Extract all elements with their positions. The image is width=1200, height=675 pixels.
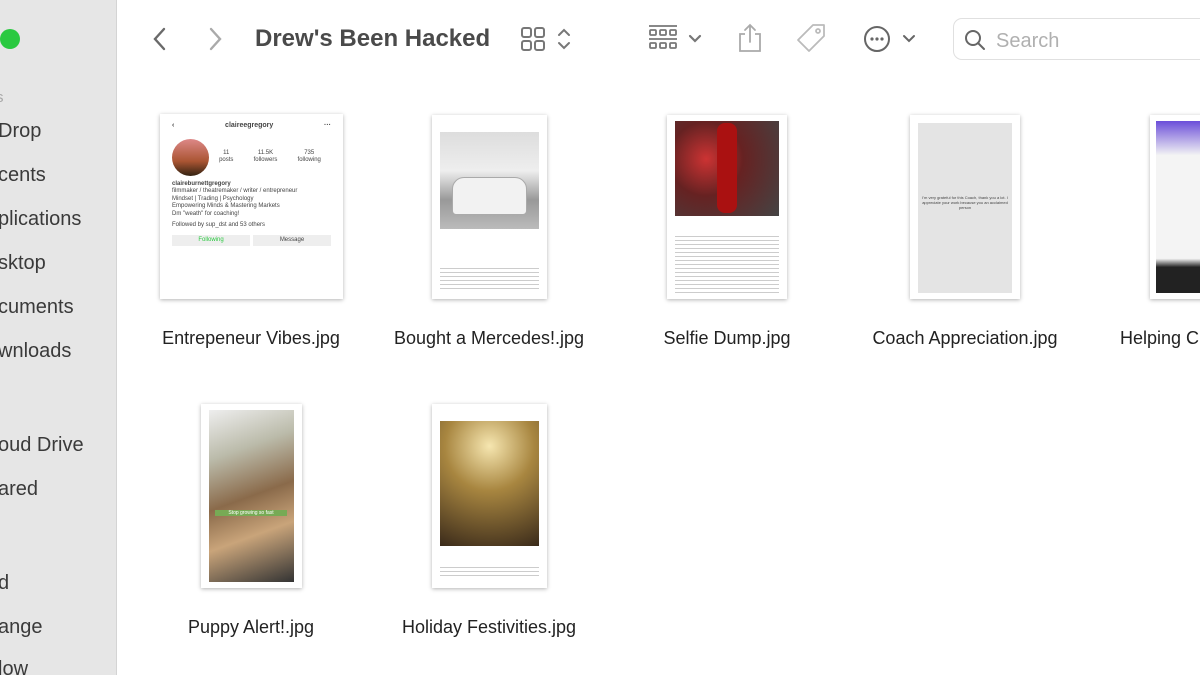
posts-label: posts: [219, 157, 234, 164]
bio-line: Dm "weath" for coaching!: [172, 210, 240, 217]
story-text: I'm very grateful for this Coach, thank …: [922, 195, 1008, 210]
sidebar: s Drop cents plications sktop cuments wn…: [0, 0, 117, 675]
back-icon[interactable]: [150, 26, 170, 52]
followers-label: followers: [253, 157, 278, 164]
following-label: following: [297, 157, 321, 164]
followers-count: 11.5K: [257, 149, 274, 156]
search-placeholder: Search: [996, 30, 1060, 52]
file-name: Bought a Mercedes!.jpg: [393, 328, 585, 348]
share-icon[interactable]: [736, 22, 764, 54]
more-actions-icon[interactable]: [863, 24, 919, 54]
posts-count: 11: [223, 149, 230, 156]
thumb-username: claireegregory: [225, 122, 274, 129]
window-title: Drew's Been Hacked: [255, 25, 491, 52]
sidebar-item-tag-yellow[interactable]: low: [0, 658, 28, 675]
file-thumbnail[interactable]: [432, 404, 547, 588]
sidebar-item-shared[interactable]: ared: [0, 478, 38, 501]
file-name: Holiday Festivities.jpg: [401, 617, 577, 637]
sidebar-item-desktop[interactable]: sktop: [0, 252, 46, 275]
sidebar-item-airdrop[interactable]: Drop: [0, 120, 41, 143]
group-by-icon[interactable]: [648, 24, 708, 54]
story-caption: Stop growing so fast: [215, 510, 287, 517]
file-name: Coach Appreciation.jpg: [872, 328, 1058, 348]
sidebar-item-documents[interactable]: cuments: [0, 296, 74, 319]
file-name: Entrepeneur Vibes.jpg: [162, 328, 340, 348]
bio-line: filmmaker / theatremaker / writer / entr…: [172, 188, 298, 195]
sidebar-item-tag-orange[interactable]: ange: [0, 616, 43, 639]
profile-avatar: [172, 138, 209, 176]
file-thumbnail[interactable]: I'm very grateful for this Coach, thank …: [910, 115, 1020, 299]
file-thumbnail[interactable]: Stop growing so fast: [201, 404, 302, 588]
window-zoom-button[interactable]: [0, 29, 20, 49]
sidebar-item-icloud-drive[interactable]: oud Drive: [0, 434, 84, 457]
tag-icon[interactable]: [795, 22, 827, 54]
file-name: Puppy Alert!.jpg: [187, 617, 315, 637]
file-name: Selfie Dump.jpg: [663, 328, 791, 348]
sidebar-section-favorites: s: [0, 89, 4, 106]
grid-view-icon[interactable]: [520, 26, 580, 52]
sidebar-item-tag-red[interactable]: d: [0, 572, 9, 595]
followed-by: Followed by sup_dst and 53 others: [172, 222, 266, 229]
file-thumbnail[interactable]: [1150, 115, 1200, 299]
sidebar-item-applications[interactable]: plications: [0, 208, 81, 231]
profile-name: claireburnettgregory: [172, 180, 231, 187]
bio-line: Empowering Minds & Mastering Markets: [172, 203, 280, 210]
file-name: Helping C: [1120, 328, 1200, 348]
following-count: 735: [304, 149, 315, 156]
search-icon: [965, 30, 985, 50]
file-thumbnail[interactable]: [667, 115, 787, 299]
message-btn: Message: [253, 234, 331, 247]
sidebar-item-downloads[interactable]: wnloads: [0, 340, 71, 363]
following-btn: Following: [172, 234, 250, 247]
search-field[interactable]: Search: [953, 18, 1200, 60]
forward-icon[interactable]: [205, 26, 225, 52]
file-thumbnail[interactable]: [432, 115, 547, 299]
file-thumbnail[interactable]: ‹ claireegregory ··· 11 posts 11.5K follower…: [160, 114, 343, 299]
bio-line: Mindset | Trading | Psychology: [172, 195, 254, 202]
sidebar-item-recents[interactable]: cents: [0, 164, 46, 187]
